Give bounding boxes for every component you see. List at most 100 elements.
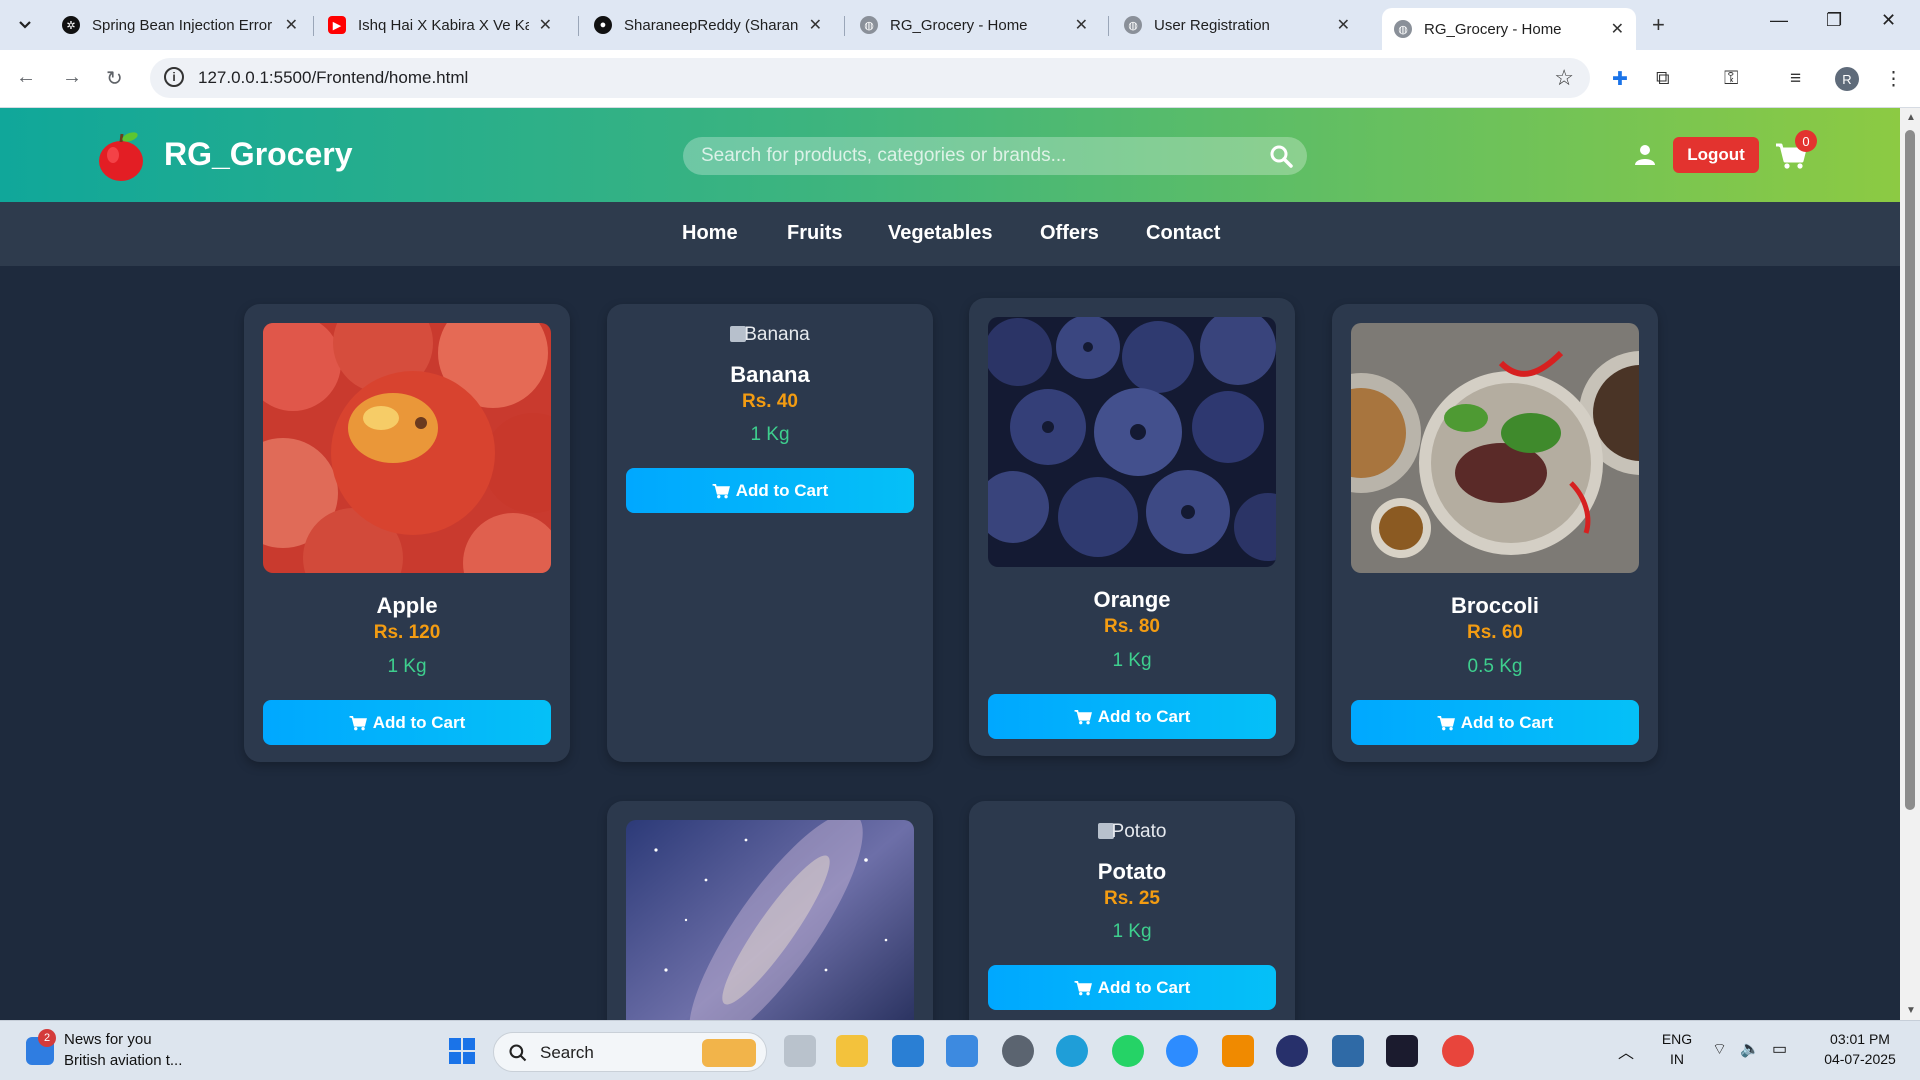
product-image-blueberries (988, 317, 1276, 567)
add-to-cart-button[interactable]: Add to Cart (988, 694, 1276, 739)
product-name: Banana (730, 362, 810, 387)
battery-icon[interactable]: ▭ (1772, 1039, 1787, 1059)
windows-start-icon[interactable] (446, 1035, 478, 1067)
logout-button[interactable]: Logout (1673, 137, 1759, 173)
page-scrollbar[interactable]: ▲ ▼ (1900, 108, 1920, 1020)
search-icon[interactable] (1269, 144, 1293, 168)
browser-tab-4[interactable]: ◍ RG_Grocery - Home ✕ (848, 8, 1100, 42)
tab-title: Ishq Hai X Kabira X Ve Kam (358, 16, 529, 34)
tray-chevron-up-icon[interactable]: ︿ (1618, 1039, 1634, 1063)
add-to-cart-label: Add to Cart (735, 480, 829, 500)
browser-menu-icon[interactable]: ⋮ (1884, 68, 1903, 91)
chrome-icon[interactable] (1442, 1035, 1474, 1067)
settings-gear-icon[interactable] (1002, 1035, 1034, 1067)
product-card-potato: Potato Potato Rs. 25 1 Kg Add to Cart (969, 801, 1295, 1020)
search-bar (683, 137, 1307, 175)
vscode-icon[interactable] (892, 1035, 924, 1067)
cart-icon (1437, 715, 1455, 730)
extensions-icon[interactable]: ⧉ (1656, 68, 1670, 90)
microsoft-store-icon[interactable] (946, 1035, 978, 1067)
close-icon[interactable]: ✕ (1075, 15, 1088, 35)
news-count-badge: 2 (38, 1029, 56, 1047)
clock-date[interactable]: 04-07-2025 (1812, 1051, 1908, 1067)
language-indicator[interactable]: ENG (1660, 1031, 1694, 1047)
eclipse-icon[interactable] (1276, 1035, 1308, 1067)
nav-contact[interactable]: Contact (1146, 222, 1220, 245)
user-icon[interactable] (1634, 144, 1656, 166)
volume-icon[interactable]: 🔈 (1740, 1039, 1760, 1059)
product-price: Rs. 80 (1104, 616, 1160, 637)
product-image-apples (263, 323, 551, 573)
scroll-thumb[interactable] (1905, 130, 1915, 810)
nav-home[interactable]: Home (682, 222, 738, 245)
broken-image-alt: Potato (969, 821, 1295, 843)
intellij-icon[interactable] (1386, 1035, 1418, 1067)
browser-tab-5[interactable]: ◍ User Registration ✕ (1112, 8, 1362, 42)
media-controls-icon[interactable]: ≡ (1790, 68, 1801, 90)
youtube-icon: ▶ (328, 16, 346, 34)
close-icon[interactable]: ✕ (809, 15, 822, 35)
taskbar-search-label: Search (540, 1043, 594, 1062)
close-icon[interactable]: ✕ (1611, 19, 1624, 39)
reload-button[interactable]: ↻ (106, 66, 123, 91)
cart-icon (712, 483, 730, 498)
mysql-workbench-icon[interactable] (1332, 1035, 1364, 1067)
cart-count-badge: 0 (1795, 130, 1817, 152)
tab-search-menu-button[interactable] (10, 10, 40, 40)
site-info-icon[interactable]: i (164, 67, 184, 87)
whatsapp-icon[interactable] (1112, 1035, 1144, 1067)
minimize-button[interactable]: — (1770, 10, 1788, 31)
file-explorer-icon[interactable] (836, 1035, 868, 1067)
apple-logo-icon[interactable] (96, 130, 146, 182)
product-name: Broccoli (1450, 593, 1540, 618)
password-key-icon[interactable]: ⚿ (1724, 68, 1738, 90)
window-close-button[interactable]: ✕ (1881, 10, 1896, 31)
edge-browser-icon[interactable] (1056, 1035, 1088, 1067)
zoom-icon[interactable] (1166, 1035, 1198, 1067)
tab-divider (313, 16, 314, 36)
close-icon[interactable]: ✕ (539, 15, 552, 35)
restore-button[interactable]: ❐ (1826, 10, 1842, 31)
forward-button[interactable]: → (62, 66, 82, 89)
product-name: Orange (1093, 587, 1171, 612)
product-name: Potato (1097, 859, 1167, 884)
nav-vegetables[interactable]: Vegetables (888, 222, 993, 245)
back-button[interactable]: ← (16, 66, 36, 89)
github-icon: ● (594, 16, 612, 34)
site-brand[interactable]: RG_Grocery (164, 136, 353, 173)
browser-tab-2[interactable]: ▶ Ishq Hai X Kabira X Ve Kam ✕ (316, 8, 564, 42)
news-widget-title[interactable]: News for you (64, 1031, 152, 1048)
tab-divider (578, 16, 579, 36)
close-icon[interactable]: ✕ (285, 15, 298, 35)
scroll-up-arrow-icon[interactable]: ▲ (1906, 112, 1916, 123)
browser-tab-3[interactable]: ● SharaneepReddy (Sharane ✕ (582, 8, 834, 42)
search-input[interactable] (701, 137, 1261, 175)
extension-puzzle-icon[interactable]: ✚ (1612, 68, 1628, 91)
nav-fruits[interactable]: Fruits (787, 222, 843, 245)
clock-time[interactable]: 03:01 PM (1812, 1031, 1908, 1047)
wifi-icon[interactable]: ⌔ (1712, 1039, 1727, 1059)
add-to-cart-button[interactable]: Add to Cart (626, 468, 914, 513)
browser-tab-6-active[interactable]: ◍ RG_Grocery - Home ✕ (1382, 8, 1636, 50)
add-to-cart-button[interactable]: Add to Cart (1351, 700, 1639, 745)
add-to-cart-label: Add to Cart (1460, 712, 1554, 732)
chevron-down-icon (19, 21, 31, 29)
profile-avatar[interactable]: R (1835, 67, 1859, 91)
browser-tab-1[interactable]: ✲ Spring Bean Injection Error ✕ (50, 8, 310, 42)
add-to-cart-button[interactable]: Add to Cart (263, 700, 551, 745)
add-to-cart-button[interactable]: Add to Cart (988, 965, 1276, 1010)
scroll-down-arrow-icon[interactable]: ▼ (1906, 1005, 1916, 1016)
new-tab-button[interactable]: + (1652, 12, 1665, 38)
url-text[interactable]: 127.0.0.1:5500/Frontend/home.html (198, 68, 468, 88)
vlc-icon[interactable] (1222, 1035, 1254, 1067)
browser-tab-strip: ✲ Spring Bean Injection Error ✕ ▶ Ishq H… (0, 0, 1920, 50)
taskbar-search[interactable]: Search (493, 1032, 767, 1072)
address-bar[interactable]: i 127.0.0.1:5500/Frontend/home.html ☆ (150, 58, 1590, 98)
task-view-icon[interactable] (784, 1035, 816, 1067)
bookmark-star-icon[interactable]: ☆ (1554, 65, 1574, 91)
region-indicator[interactable]: IN (1660, 1051, 1694, 1067)
news-widget-subtitle[interactable]: British aviation t... (64, 1052, 182, 1069)
product-card-orange: Orange Rs. 80 1 Kg Add to Cart (969, 298, 1295, 756)
nav-offers[interactable]: Offers (1040, 222, 1099, 245)
close-icon[interactable]: ✕ (1337, 15, 1350, 35)
